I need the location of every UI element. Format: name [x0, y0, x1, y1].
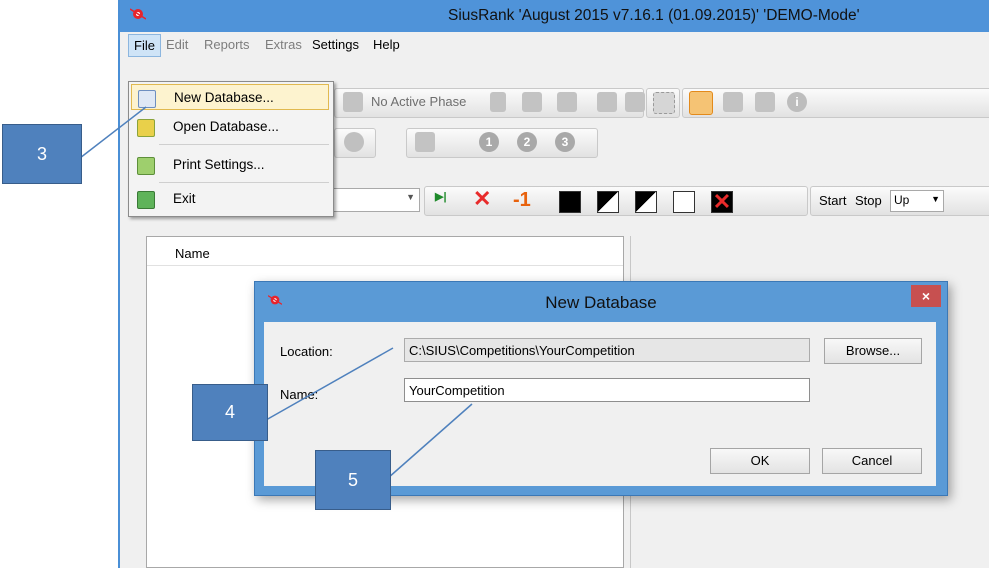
menu-item-new-database[interactable]: New Database... — [131, 84, 329, 110]
round-3-icon[interactable]: 3 — [555, 132, 575, 152]
target-half-icon[interactable] — [597, 191, 619, 213]
menu-item-print-settings[interactable]: Print Settings... — [131, 152, 329, 178]
target-half-2-icon[interactable] — [635, 191, 657, 213]
open-database-icon — [137, 119, 155, 137]
direction-value: Up — [894, 193, 910, 207]
round-2-icon[interactable]: 2 — [517, 132, 537, 152]
podium-small-icon[interactable] — [415, 132, 435, 152]
list-header-row: Name — [147, 237, 623, 266]
podium-icon[interactable] — [755, 92, 775, 112]
location-field: C:\SIUS\Competitions\YourCompetition — [404, 338, 810, 362]
search-icon[interactable] — [344, 132, 364, 152]
window-title: SiusRank 'August 2015 v7.16.1 (01.09.201… — [448, 7, 860, 24]
column-header-name[interactable]: Name — [175, 246, 210, 261]
dropdown-arrow-icon: ▼ — [406, 192, 415, 202]
name-label: Name: — [280, 387, 319, 402]
menu-reports[interactable]: Reports — [204, 37, 250, 52]
phase-people-icon[interactable] — [557, 92, 577, 112]
callout-5: 5 — [315, 450, 391, 510]
menu-item-label: Exit — [173, 191, 196, 206]
target-white-icon[interactable] — [673, 191, 695, 213]
close-icon[interactable]: × — [911, 285, 941, 307]
menu-item-label: Print Settings... — [173, 157, 265, 172]
menu-edit[interactable]: Edit — [166, 37, 188, 52]
menu-item-open-database[interactable]: Open Database... — [131, 114, 329, 140]
callout-4: 4 — [192, 384, 268, 441]
direction-select[interactable]: Up ▼ — [890, 190, 944, 212]
frame-icon[interactable] — [625, 92, 645, 112]
phase-down-icon[interactable] — [490, 92, 506, 112]
print-settings-icon — [137, 157, 155, 175]
file-menu-dropdown: New Database... Open Database... Print S… — [128, 81, 334, 217]
timer-toolbar: Start Stop Up ▼ — [810, 186, 989, 216]
menu-separator — [159, 144, 329, 145]
round-1-icon[interactable]: 1 — [479, 132, 499, 152]
browse-button[interactable]: Browse... — [824, 338, 922, 364]
name-input[interactable]: YourCompetition — [404, 378, 810, 402]
minus-one-button[interactable]: -1 — [513, 189, 531, 212]
info-icon[interactable]: i — [787, 92, 807, 112]
new-database-icon — [138, 90, 156, 108]
filter-select[interactable]: ▼ — [330, 188, 420, 212]
menu-item-exit[interactable]: Exit — [131, 186, 329, 212]
tools-toolbar: i — [682, 88, 989, 118]
menu-item-label: New Database... — [174, 90, 274, 105]
start-button[interactable]: Start — [819, 193, 846, 208]
cancel-button[interactable]: Cancel — [822, 448, 922, 474]
stop-button[interactable]: Stop — [855, 193, 882, 208]
delete-shot-icon[interactable]: ✕ — [473, 188, 493, 210]
handshake-icon[interactable] — [689, 91, 713, 115]
menu-help[interactable]: Help — [373, 37, 400, 52]
select-toolbar — [646, 88, 680, 118]
select-icon[interactable] — [653, 92, 675, 114]
menu-item-label: Open Database... — [173, 119, 279, 134]
phase-icon[interactable] — [343, 92, 363, 112]
search-toolbar — [334, 128, 376, 158]
target-black-icon[interactable] — [559, 191, 581, 213]
phase-label: No Active Phase — [371, 94, 467, 109]
monitor-icon[interactable] — [597, 92, 617, 112]
target-cancel-icon[interactable]: ✕ — [711, 191, 733, 213]
menu-bar: File Edit Reports Extras Settings Help — [120, 32, 989, 58]
phase-toolbar: No Active Phase — [334, 88, 645, 118]
target-toolbar: ▶| ✕ -1 ✕ — [424, 186, 808, 216]
location-label: Location: — [280, 344, 333, 359]
callout-3: 3 — [2, 124, 82, 184]
menu-separator — [159, 182, 329, 183]
app-logo-icon — [130, 8, 146, 20]
direction-dropdown-icon: ▼ — [931, 194, 940, 204]
menu-settings[interactable]: Settings — [312, 37, 359, 52]
ok-button[interactable]: OK — [710, 448, 810, 474]
next-icon[interactable]: ▶| — [435, 190, 455, 210]
dialog-title: New Database — [545, 293, 657, 312]
menu-extras[interactable]: Extras — [265, 37, 302, 52]
rounds-toolbar: 1 2 3 — [406, 128, 598, 158]
exit-icon — [137, 191, 155, 209]
phase-hand-icon[interactable] — [522, 92, 542, 112]
gun-icon[interactable] — [723, 92, 743, 112]
title-bar[interactable]: SiusRank 'August 2015 v7.16.1 (01.09.201… — [120, 0, 989, 32]
menu-file[interactable]: File — [128, 34, 161, 57]
